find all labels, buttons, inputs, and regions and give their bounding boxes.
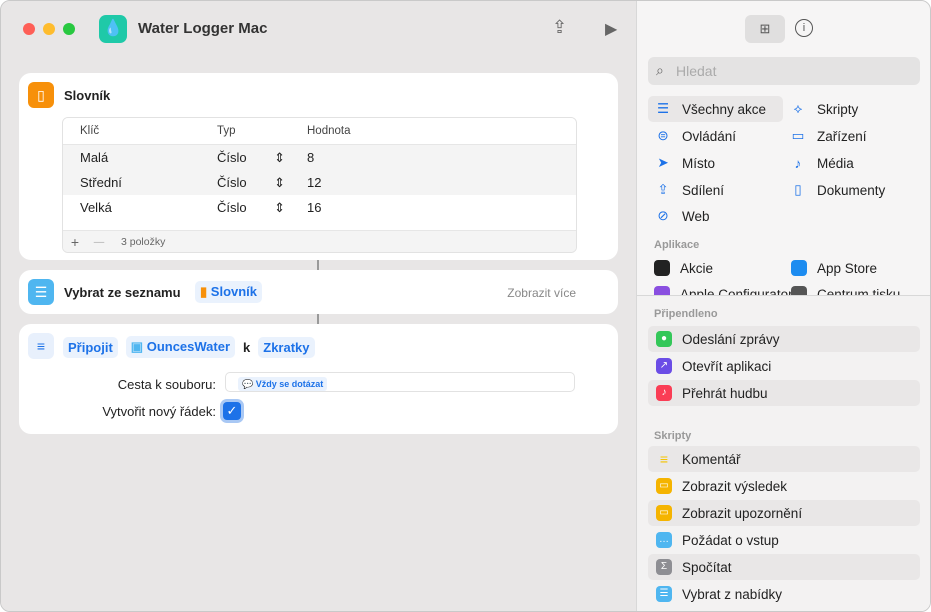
slovnik-token[interactable]: ▮ Slovník	[195, 281, 263, 303]
remove-button[interactable]: —	[87, 236, 111, 248]
close-button[interactable]	[23, 23, 35, 35]
script-action[interactable]: Σ Spočítat	[648, 554, 920, 580]
app-app-store[interactable]: App Store	[791, 255, 877, 281]
pinned-heading: Připendleno	[654, 308, 718, 320]
library-add-icon[interactable]: ⊞	[745, 15, 785, 43]
share-icon[interactable]: ⇪	[552, 17, 567, 38]
stepper-icon[interactable]: ⇕	[274, 200, 285, 216]
newline-label: Vytvořit nový řádek:	[102, 404, 216, 419]
calculate-icon: Σ	[656, 559, 672, 575]
script-action[interactable]: ☰ Vybrat z nabídky	[648, 581, 920, 607]
info-icon[interactable]: i	[795, 19, 813, 37]
path-field[interactable]: 💬 Vždy se dotázat	[225, 372, 575, 392]
col-value: Hodnota	[307, 125, 351, 137]
pinned-action[interactable]: ● Odeslání zprávy	[648, 326, 920, 352]
path-label: Cesta k souboru:	[117, 377, 216, 392]
pinned-action[interactable]: ♪ Přehrát hudbu	[648, 380, 920, 406]
category-media[interactable]: ♪ Média	[789, 150, 854, 176]
minimize-button[interactable]	[43, 23, 55, 35]
stepper-icon[interactable]: ⇕	[274, 175, 285, 191]
category-web[interactable]: ⊘ Web	[654, 203, 709, 229]
open-app-icon: ↗	[656, 358, 672, 374]
comment-icon: ≡	[659, 451, 669, 467]
target-token[interactable]: Zkratky	[258, 336, 315, 358]
value[interactable]: 8	[295, 150, 314, 165]
water-drop-icon: 💧	[99, 15, 127, 43]
pinned-action[interactable]: ↗ Otevřít aplikaci	[648, 353, 920, 379]
key[interactable]: Malá	[63, 150, 200, 165]
category-device[interactable]: ▭ Zařízení	[789, 123, 867, 149]
choose-from-list-action: ☰ Vybrat ze seznamu ▮ Slovník Zobrazit v…	[19, 270, 618, 314]
append-icon: ≡	[28, 333, 54, 359]
script-action[interactable]: ▭ Zobrazit výsledek	[648, 473, 920, 499]
value[interactable]: 16	[295, 200, 321, 215]
dictionary-table: Klíč Typ Hodnota Malá Číslo ⇕ 8 Střední Číslo ⇕…	[62, 117, 577, 253]
variable-token[interactable]: ▣ OuncesWater	[125, 336, 236, 358]
alert-icon: ▭	[656, 505, 672, 521]
value[interactable]: 12	[295, 175, 321, 190]
apps-heading: Aplikace	[654, 239, 700, 251]
category-documents[interactable]: ▯ Dokumenty	[789, 177, 885, 203]
item-count: 3 položky	[121, 235, 166, 248]
action-library: ⊞ i ⌕ Hledat ☰ Všechny akce ⟡ Skripty ⊜ Ovlá…	[636, 1, 930, 611]
action-title: Vybrat ze seznamu	[64, 285, 181, 300]
type[interactable]: Číslo	[217, 150, 247, 165]
stepper-icon[interactable]: ⇕	[274, 150, 285, 166]
suggestions-pane: Připendleno ● Odeslání zprávy ↗ Otevřít ap…	[637, 295, 930, 611]
editor-pane: 💧 Water Logger Mac ⇪ ▶ ▯ Slovník Klíč Typ…	[1, 1, 636, 611]
window: 💧 Water Logger Mac ⇪ ▶ ▯ Slovník Klíč Typ…	[0, 0, 931, 612]
category-scripts[interactable]: ⟡ Skripty	[789, 96, 859, 122]
key[interactable]: Střední	[63, 175, 200, 190]
col-type: Typ	[217, 125, 236, 137]
table-row[interactable]: Velká Číslo ⇕ 16	[63, 195, 576, 220]
ask-input-icon: …	[656, 532, 672, 548]
type[interactable]: Číslo	[217, 175, 247, 190]
show-more-button[interactable]: Zobrazit více	[507, 286, 576, 300]
scripts-heading: Skripty	[654, 430, 692, 442]
script-action[interactable]: ▭ Zobrazit upozornění	[648, 500, 920, 526]
run-icon[interactable]: ▶	[605, 19, 617, 39]
newline-checkbox[interactable]: ✓	[223, 402, 241, 420]
app-print-center[interactable]: Centrum tisku	[791, 281, 900, 295]
message-icon: ●	[656, 331, 672, 347]
app-configurator[interactable]: Apple Configurator	[654, 281, 793, 295]
list-icon: ☰	[28, 279, 54, 305]
connector	[317, 260, 319, 270]
table-row[interactable]: Malá Číslo ⇕ 8	[63, 145, 576, 170]
action-title: Slovník	[64, 88, 111, 103]
menu-icon: ☰	[656, 586, 672, 602]
category-sharing[interactable]: ⇪ Sdílení	[654, 177, 724, 203]
connector	[317, 314, 319, 324]
dictionary-action: ▯ Slovník Klíč Typ Hodnota Malá Číslo ⇕ 8 Stř…	[19, 73, 618, 260]
zoom-button[interactable]	[63, 23, 75, 35]
book-icon: ▯	[28, 82, 54, 108]
col-key: Klíč	[80, 125, 100, 137]
type[interactable]: Číslo	[217, 200, 247, 215]
window-title: Water Logger Mac	[138, 20, 268, 37]
script-action[interactable]: … Požádat o vstup	[648, 527, 920, 553]
script-action[interactable]: ≡ Komentář	[648, 446, 920, 472]
key[interactable]: Velká	[63, 200, 200, 215]
category-all[interactable]: ☰ Všechny akce	[648, 96, 783, 122]
search-icon: ⌕	[656, 62, 664, 78]
result-icon: ▭	[656, 478, 672, 494]
category-control[interactable]: ⊜ Ovládání	[654, 123, 736, 149]
app-stocks[interactable]: Akcie	[654, 255, 713, 281]
add-button[interactable]: +	[63, 234, 87, 250]
connector-word: k	[243, 339, 251, 355]
verb-token[interactable]: Připojit	[63, 336, 118, 358]
append-to-file-action: ≡ Připojit ▣ OuncesWater k Zkratky Cesta…	[19, 324, 618, 434]
search-input[interactable]: ⌕ Hledat	[648, 57, 920, 85]
music-icon: ♪	[656, 385, 672, 401]
category-location[interactable]: ➤ Místo	[654, 150, 715, 176]
table-row[interactable]: Střední Číslo ⇕ 12	[63, 170, 576, 195]
